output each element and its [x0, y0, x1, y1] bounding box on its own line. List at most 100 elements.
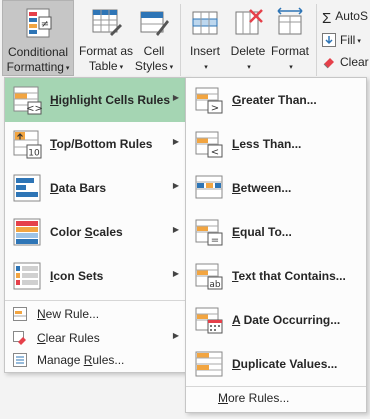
submenu-item-label: ext that Contains... [238, 269, 346, 283]
submenu-item-less-than[interactable]: < Less Than... [186, 122, 366, 166]
format-button[interactable]: Format ▾ [268, 0, 312, 76]
submenu-arrow-icon: ▶ [172, 269, 179, 278]
menu-item-color-scales[interactable]: Color Scales ▶ [5, 210, 187, 254]
menu-item-label: ighlight Cells Rules [58, 93, 171, 107]
date-occurring-icon [195, 307, 223, 334]
insert-button[interactable]: Insert ▾ [184, 0, 226, 76]
new-rule-icon [13, 307, 27, 321]
submenu-separator [186, 386, 366, 387]
format-label: Format [270, 44, 309, 58]
ribbon-separator [180, 4, 181, 76]
mnemonic: M [218, 391, 228, 405]
chevron-down-icon: ▾ [119, 64, 124, 71]
cell-styles-label: Cell [143, 44, 165, 58]
cell-styles-icon [140, 11, 169, 36]
menu-separator [5, 300, 187, 301]
clear-rules-icon [13, 331, 26, 345]
mnemonic: D [232, 357, 241, 371]
mnemonic: N [37, 307, 46, 321]
conditional-formatting-menu: <> Highlight Cells Rules ▶ 10 Top/Bottom… [4, 77, 188, 373]
svg-text:≠: ≠ [41, 19, 49, 30]
format-as-table-label: Format as [78, 44, 133, 58]
highlight-cells-rules-submenu: > Greater Than... < Less Than... Between… [185, 77, 367, 413]
menu-item-new-rule[interactable]: New Rule... [5, 302, 187, 326]
autosum-label: AutoS [335, 9, 368, 23]
mnemonic: A [232, 313, 241, 327]
submenu-arrow-icon: ▶ [172, 93, 179, 102]
submenu-item-greater-than[interactable]: > Greater Than... [186, 78, 366, 122]
menu-item-label: ew Rule... [45, 307, 100, 321]
submenu-item-equal-to[interactable]: = Equal To... [186, 210, 366, 254]
submenu-item-label: reater Than... [241, 93, 317, 107]
fill-button[interactable]: Fill ▾ [322, 30, 361, 50]
mnemonic: D [50, 181, 59, 195]
mnemonic: E [232, 225, 241, 239]
mnemonic: G [232, 93, 242, 107]
menu-item-label: con Sets [53, 269, 104, 283]
mnemonic: C [37, 331, 46, 345]
between-icon [195, 175, 223, 199]
menu-item-top-bottom-rules[interactable]: 10 Top/Bottom Rules ▶ [5, 122, 187, 166]
menu-item-icon-sets[interactable]: Icon Sets ▶ [5, 254, 187, 298]
sigma-icon: Σ [322, 10, 332, 27]
less-than-icon: < [195, 131, 223, 158]
menu-item-manage-rules[interactable]: Manage Rules... [5, 348, 187, 372]
manage-rules-icon [13, 353, 27, 367]
menu-item-clear-rules[interactable]: Clear Rules ▶ [5, 326, 187, 350]
menu-item-label: ata Bars [58, 181, 107, 195]
submenu-item-label: ore Rules... [228, 391, 290, 405]
top-bottom-icon: 10 [13, 130, 42, 159]
svg-text:ab: ab [209, 280, 221, 290]
mnemonic: S [84, 225, 93, 239]
menu-item-highlight-cells-rules[interactable]: <> Highlight Cells Rules ▶ [5, 78, 187, 122]
mnemonic: H [50, 93, 59, 107]
ribbon-separator [316, 4, 317, 76]
submenu-item-a-date-occurring[interactable]: A Date Occurring... [186, 298, 366, 342]
format-as-table-button[interactable]: Format as Table ▾ [78, 0, 134, 76]
menu-item-label-prefix: Color [50, 225, 85, 239]
submenu-item-label: etween... [240, 181, 292, 195]
chevron-down-icon: ▾ [169, 64, 174, 71]
submenu-arrow-icon: ▶ [172, 181, 179, 190]
menu-item-data-bars[interactable]: Data Bars ▶ [5, 166, 187, 210]
conditional-formatting-label-2: Formatting [6, 60, 64, 74]
chevron-down-icon: ▾ [204, 64, 208, 71]
fill-label: Fill [340, 33, 356, 47]
menu-item-label: ules... [92, 353, 125, 367]
delete-button[interactable]: Delete ▾ [227, 0, 269, 76]
conditional-formatting-label: Conditional [7, 45, 69, 59]
svg-text:10: 10 [28, 149, 40, 159]
clear-button[interactable]: Clear [322, 52, 369, 72]
svg-text:>: > [211, 103, 219, 114]
insert-cells-icon [192, 11, 218, 35]
submenu-item-label: uplicate Values... [240, 357, 338, 371]
greater-than-icon: > [195, 87, 223, 114]
mnemonic: B [232, 181, 241, 195]
cell-styles-button[interactable]: Cell Styles ▾ [134, 0, 174, 76]
icon-sets-icon [13, 262, 41, 290]
conditional-formatting-icon: ≠ [26, 8, 52, 38]
submenu-arrow-icon: ▶ [172, 331, 179, 340]
text-contains-icon: ab [195, 263, 223, 290]
format-as-table-icon [92, 9, 122, 36]
autosum-button[interactable]: Σ AutoS [322, 6, 368, 26]
svg-text:<: < [211, 147, 219, 158]
insert-label: Insert [189, 44, 220, 58]
fill-down-icon [322, 33, 336, 47]
submenu-item-label: Date Occurring... [240, 313, 341, 327]
cell-styles-label-2: Styles [134, 59, 168, 73]
submenu-item-more-rules[interactable]: More Rules... [218, 390, 289, 406]
submenu-item-text-that-contains[interactable]: ab Text that Contains... [186, 254, 366, 298]
format-cells-icon [277, 7, 303, 35]
conditional-formatting-button[interactable]: ≠ Conditional Formatting ▾ [2, 0, 74, 76]
clear-label: Clear [340, 55, 369, 69]
submenu-item-label: ess Than... [239, 137, 302, 151]
data-bars-icon [13, 174, 41, 202]
format-as-table-label-2: Table [88, 59, 118, 73]
menu-item-label-prefix: Manage [37, 353, 84, 367]
submenu-item-between[interactable]: Between... [186, 166, 366, 210]
menu-item-label: op/Bottom Rules [56, 137, 153, 151]
submenu-item-duplicate-values[interactable]: Duplicate Values... [186, 342, 366, 386]
menu-item-label: lear Rules [45, 331, 100, 345]
highlight-cells-icon: <> [13, 86, 43, 115]
